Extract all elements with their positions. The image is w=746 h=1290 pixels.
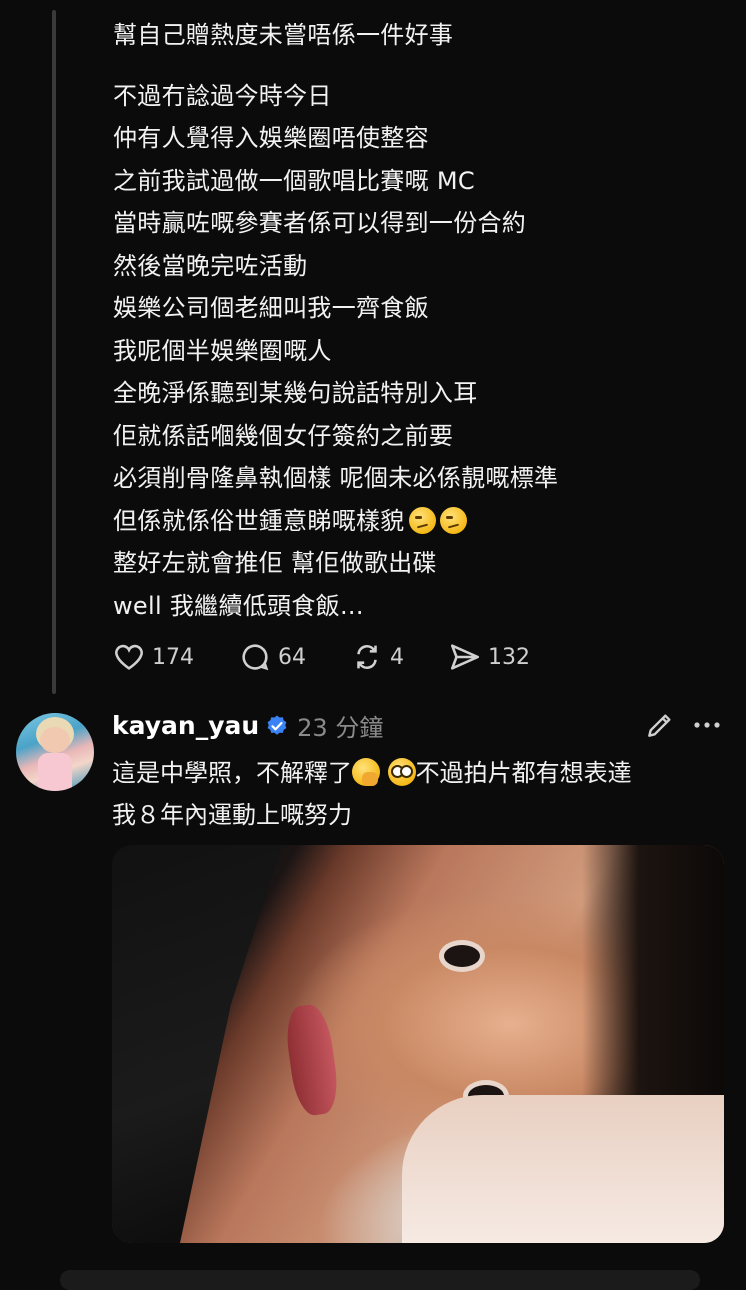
- raised-eyebrow-emoji-icon: [439, 506, 467, 534]
- flushed-face-emoji-icon: [387, 758, 416, 786]
- post-line: 我８年內運動上嘅努力: [112, 801, 352, 829]
- avatar[interactable]: [16, 713, 94, 791]
- post-line: 不過拍片都有想表達: [415, 759, 632, 787]
- repost-icon: [357, 645, 377, 669]
- post-photo[interactable]: [112, 845, 724, 1243]
- raised-eyebrow-emoji-icon: [408, 506, 436, 534]
- post-line: 這是中學照，不解釋了: [112, 759, 352, 787]
- hand-over-mouth-emoji-icon: [352, 758, 380, 786]
- post-actions: 174 64 4 132: [112, 640, 574, 674]
- edit-icon[interactable]: [644, 709, 676, 741]
- post-timestamp: 23 分鐘: [297, 714, 384, 742]
- comment-button[interactable]: 64: [238, 640, 306, 674]
- repost-count: 4: [390, 644, 404, 670]
- thread-connector-line: [52, 10, 56, 694]
- post-line: 仲有人覺得入娛樂圈唔使整容: [113, 124, 429, 152]
- comment-count: 64: [278, 644, 306, 670]
- post-line: 之前我試過做一個歌唱比賽嘅 MC: [113, 166, 475, 195]
- post-line: 然後當晚完咗活動: [113, 251, 308, 280]
- post-line: 不過冇諗過今時今日: [113, 81, 332, 110]
- post-line-with-emoji: 這是中學照，不解釋了 不過拍片都有想表達: [112, 752, 632, 794]
- comment-icon: [242, 644, 269, 671]
- post-line: 當時贏咗嘅參賽者係可以得到一份合約: [113, 209, 527, 237]
- share-button[interactable]: 132: [448, 640, 530, 674]
- post-line: 整好左就會推佢 幫佢做歌出碟: [113, 549, 437, 577]
- post-header: kayan_yau 23 分鐘: [112, 708, 383, 743]
- post-line: 全晚淨係聽到某幾句說話特別入耳: [113, 379, 478, 407]
- repost-button[interactable]: 4: [350, 640, 404, 674]
- like-button[interactable]: 174: [112, 640, 194, 674]
- post-line: well 我繼續低頭食飯...: [113, 591, 364, 620]
- username[interactable]: kayan_yau: [112, 711, 259, 740]
- send-icon: [450, 644, 480, 670]
- like-count: 174: [152, 644, 194, 670]
- bottom-composer-bar[interactable]: [60, 1270, 700, 1290]
- post-line: 佢就係話嗰幾個女仔簽約之前要: [113, 421, 454, 450]
- post-line: 娛樂公司個老細叫我一齊食飯: [113, 294, 429, 322]
- post-body: 這是中學照，不解釋了 不過拍片都有想表達 我８年內運動上嘅努力: [112, 752, 632, 836]
- photo-lips-shape: [282, 1002, 342, 1118]
- post-line: 但係就係俗世鍾意睇嘅樣貌: [113, 506, 405, 535]
- share-count: 132: [488, 644, 530, 670]
- post-body: 幫自己贈熱度未嘗唔係一件好事 不過冇諗過今時今日 仲有人覺得入娛樂圈唔使整容 之…: [113, 14, 713, 627]
- post-line: 必須削骨隆鼻執個樣 呢個未必係靚嘅標準: [113, 464, 559, 492]
- photo-eye-shape: [444, 945, 480, 967]
- post-line: 我呢個半娛樂圈嘅人: [113, 336, 332, 365]
- photo-arm-shape: [402, 1095, 724, 1243]
- heart-icon: [115, 644, 143, 670]
- photo-jacket-shape: [112, 845, 282, 1243]
- post-line: 幫自己贈熱度未嘗唔係一件好事: [113, 21, 454, 49]
- verified-badge-icon: [267, 715, 287, 735]
- post-line-with-emoji: 但係就係俗世鍾意睇嘅樣貌: [113, 500, 713, 543]
- more-options-icon[interactable]: [690, 713, 724, 737]
